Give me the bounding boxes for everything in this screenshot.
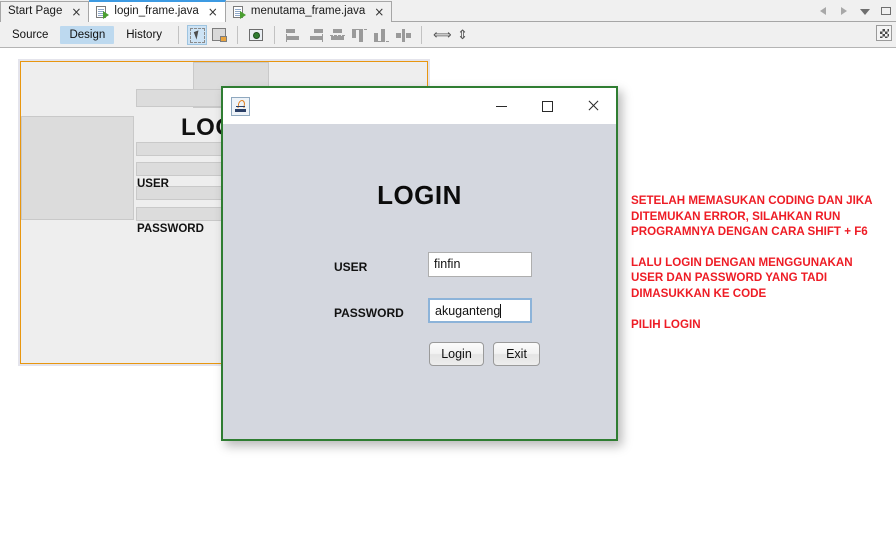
resize-vertical-icon[interactable]: ⇕: [452, 25, 472, 45]
close-icon[interactable]: ×: [208, 6, 218, 18]
editor-tab-label: menutama_frame.java: [250, 5, 366, 18]
view-tab-design[interactable]: Design: [60, 25, 115, 44]
tab-list-dropdown-icon[interactable]: [859, 5, 871, 17]
text-caret: [500, 304, 502, 318]
view-tab-history[interactable]: History: [117, 26, 171, 44]
maximize-window-icon[interactable]: [880, 5, 892, 17]
maximize-button[interactable]: [524, 88, 570, 124]
editor-tab-strip: Start Page × login_frame.java × menutama…: [0, 0, 896, 22]
editor-tab-label: login_frame.java: [114, 5, 199, 18]
editor-tab-label: Start Page: [8, 5, 63, 18]
close-button[interactable]: [570, 88, 616, 124]
designer-toolbar: Source Design History ⟺ ⇕: [0, 22, 896, 48]
editor-tab-login-frame[interactable]: login_frame.java ×: [89, 0, 226, 22]
editor-tabs: Start Page × login_frame.java × menutama…: [0, 0, 393, 22]
dialog-heading: LOGIN: [377, 180, 462, 210]
java-file-icon: [96, 5, 110, 19]
align-center-horizontal-icon[interactable]: [327, 25, 347, 45]
design-placeholder[interactable]: [21, 116, 134, 220]
dialog-window-buttons: [478, 88, 616, 124]
annotation-notes: SETELAH MEMASUKAN CODING DAN JIKA DITEMU…: [631, 193, 881, 332]
center-vertical-icon[interactable]: [393, 25, 413, 45]
toolbar-separator: [274, 25, 276, 44]
java-app-icon: [231, 96, 250, 116]
note-paragraph: SETELAH MEMASUKAN CODING DAN JIKA DITEMU…: [631, 194, 873, 239]
password-input-value: akuganteng: [435, 304, 501, 318]
selection-mode-icon[interactable]: [187, 24, 208, 45]
minimize-button[interactable]: [478, 88, 524, 124]
align-right-icon[interactable]: [305, 25, 325, 45]
user-label: USER: [334, 260, 368, 274]
editor-tab-start-page[interactable]: Start Page ×: [0, 1, 90, 22]
dialog-body: LOGIN USER finfin PASSWORD akuganteng Lo…: [223, 124, 616, 439]
editor-tab-menutama-frame[interactable]: menutama_frame.java ×: [225, 1, 393, 22]
user-input[interactable]: finfin: [428, 252, 532, 277]
toolbar-separator: [237, 25, 239, 44]
login-button[interactable]: Login: [429, 342, 484, 366]
dialog-title-bar[interactable]: [223, 88, 616, 124]
password-input[interactable]: akuganteng: [428, 298, 532, 323]
align-top-icon[interactable]: [349, 25, 369, 45]
toolbar-expand-button[interactable]: [876, 25, 892, 41]
scroll-tabs-left-icon[interactable]: [817, 5, 829, 17]
login-dialog-window[interactable]: LOGIN USER finfin PASSWORD akuganteng Lo…: [221, 86, 618, 441]
connection-mode-icon[interactable]: [209, 25, 229, 45]
design-canvas[interactable]: LOGIN USER PASSWORD SETELAH MEMASUKAN CO…: [0, 48, 896, 545]
close-icon[interactable]: ×: [374, 6, 384, 18]
exit-button[interactable]: Exit: [493, 342, 540, 366]
align-bottom-icon[interactable]: [371, 25, 391, 45]
design-label-password[interactable]: PASSWORD: [137, 223, 204, 235]
close-icon[interactable]: ×: [71, 6, 81, 18]
note-paragraph: LALU LOGIN DENGAN MENGGUNAKAN USER DAN P…: [631, 255, 853, 300]
resize-horizontal-icon[interactable]: ⟺: [430, 25, 452, 45]
note-paragraph: PILIH LOGIN: [631, 317, 701, 331]
design-label-user[interactable]: USER: [137, 178, 169, 190]
ide-window: Start Page × login_frame.java × menutama…: [0, 0, 896, 545]
java-file-icon: [232, 5, 246, 19]
toolbar-separator: [421, 25, 423, 44]
tab-window-controls: [817, 0, 892, 22]
align-left-icon[interactable]: [283, 25, 303, 45]
password-label: PASSWORD: [334, 306, 404, 320]
scroll-tabs-right-icon[interactable]: [838, 5, 850, 17]
toolbar-separator: [178, 25, 180, 44]
view-tab-source[interactable]: Source: [3, 26, 57, 44]
preview-design-icon[interactable]: [246, 25, 266, 45]
